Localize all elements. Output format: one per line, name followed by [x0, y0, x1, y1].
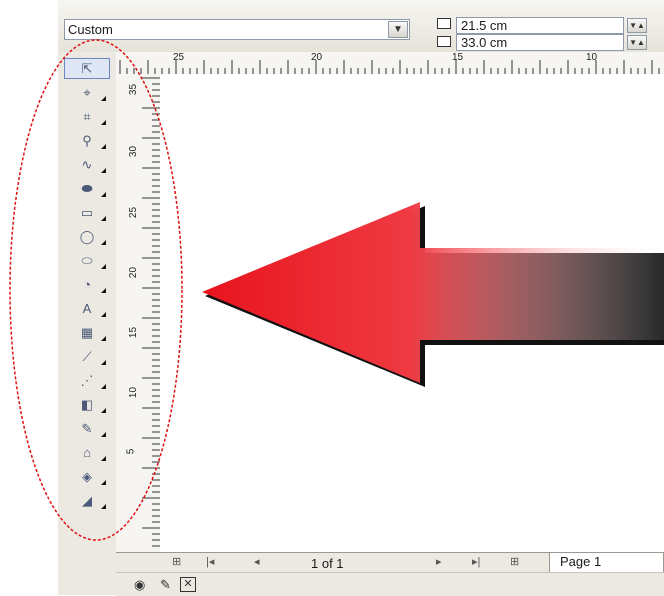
flyout-indicator-icon [101, 456, 106, 461]
basic-shapes-icon: ◔ [83, 277, 91, 292]
flyout-indicator-icon [101, 144, 106, 149]
fill-tool[interactable]: ◈ [64, 466, 110, 487]
previous-page-icon[interactable]: ◂ [254, 555, 260, 568]
text-icon: A [82, 301, 92, 316]
page-height-spinner[interactable]: ▼▲ [627, 35, 647, 50]
page-navigator: ⊞ |◂ ◂ 1 of 1 ▸ ▸| ⊞ Page 1 [116, 552, 664, 573]
next-page-icon[interactable]: ▸ [436, 555, 442, 568]
navigator-icon[interactable]: ◉ [134, 577, 145, 593]
eyedropper-tool[interactable]: ✎ [64, 418, 110, 439]
ruler-label: 25 [128, 206, 140, 219]
ruler-label: 35 [128, 83, 140, 96]
no-fill-icon[interactable]: ✕ [180, 577, 196, 592]
ruler-label: 30 [128, 145, 140, 158]
ruler-label: 15 [128, 326, 140, 339]
add-page-after-icon[interactable]: ⊞ [510, 555, 519, 568]
page-height-field[interactable]: 33.0 cm [456, 34, 624, 51]
table-icon: ▦ [80, 324, 94, 340]
shape-edit-icon: ⌖ [83, 84, 91, 100]
dimension-icon: ⟋ [82, 348, 92, 364]
freehand-icon: ∿ [81, 156, 93, 172]
pointer-icon: ⇱ [81, 60, 93, 76]
smart-fill-icon: ⬬ [81, 180, 93, 196]
polygon-tool[interactable]: ⬭ [64, 250, 110, 271]
flyout-indicator-icon [101, 168, 106, 173]
page-width-spinner[interactable]: ▼▲ [627, 18, 647, 33]
ruler-label: 10 [586, 52, 598, 63]
horizontal-ruler-ticks [119, 60, 660, 74]
flyout-indicator-icon [101, 408, 106, 413]
rectangle-icon: ▭ [80, 204, 94, 220]
flyout-indicator-icon [101, 480, 106, 485]
vertical-ruler[interactable]: 35 30 25 20 15 10 5 [116, 74, 161, 552]
blend-icon: ◧ [80, 396, 94, 412]
page-width-icon [437, 18, 451, 29]
status-bar: ◉ ✎ ✕ [116, 572, 664, 596]
ruler-label: 10 [128, 386, 140, 399]
add-page-before-icon[interactable]: ⊞ [172, 555, 181, 568]
flyout-indicator-icon [101, 264, 106, 269]
flyout-indicator-icon [101, 384, 106, 389]
interactive-fill-tool[interactable]: ◢ [64, 490, 110, 511]
crop-tool[interactable]: ⌗ [64, 106, 110, 127]
drawing-canvas[interactable] [160, 74, 664, 552]
ellipse-icon: ◯ [79, 228, 95, 244]
fill-bucket-icon: ◈ [82, 468, 92, 484]
last-page-icon[interactable]: ▸| [472, 555, 480, 568]
zoom-tool[interactable]: ⚲ [64, 130, 110, 151]
pick-tool[interactable]: ⇱ [64, 58, 110, 79]
dimension-tool[interactable]: ⟋ [64, 346, 110, 367]
flyout-indicator-icon [101, 96, 106, 101]
page-tab[interactable]: Page 1 [549, 553, 664, 573]
shape-tool[interactable]: ⌖ [64, 82, 110, 103]
ruler-label: 5 [125, 448, 137, 455]
flyout-indicator-icon [101, 432, 106, 437]
flyout-indicator-icon [101, 120, 106, 125]
blend-tool[interactable]: ◧ [64, 394, 110, 415]
first-page-icon[interactable]: |◂ [206, 555, 214, 568]
flyout-indicator-icon [101, 192, 106, 197]
magnifier-icon: ⚲ [82, 132, 92, 148]
ruler-label: 15 [452, 52, 464, 63]
chevron-down-icon[interactable]: ▼ [388, 21, 408, 38]
toolbox: ⇱ ⌖ ⌗ ⚲ ∿ ⬬ ▭ ◯ ⬭ ◔ A ▦ ⟋ ⋰ ◧ ✎ ⌂ ◈ ◢ [58, 52, 117, 572]
page-count: 1 of 1 [311, 556, 344, 571]
rectangle-tool[interactable]: ▭ [64, 202, 110, 223]
eyedropper-icon[interactable]: ✎ [160, 577, 171, 593]
page-width-field[interactable]: 21.5 cm [456, 17, 624, 34]
text-tool[interactable]: A [64, 298, 110, 319]
connector-icon: ⋰ [80, 372, 94, 388]
smart-fill-tool[interactable]: ⬬ [64, 178, 110, 199]
ellipse-tool[interactable]: ◯ [64, 226, 110, 247]
flyout-indicator-icon [101, 240, 106, 245]
flyout-indicator-icon [101, 336, 106, 341]
eyedropper-icon: ✎ [81, 420, 93, 436]
page-height-icon [437, 36, 451, 47]
flyout-indicator-icon [101, 216, 106, 221]
connector-tool[interactable]: ⋰ [64, 370, 110, 391]
ruler-label: 20 [311, 52, 323, 63]
flyout-indicator-icon [101, 288, 106, 293]
flyout-indicator-icon [101, 312, 106, 317]
page-preset-dropdown[interactable]: Custom ▼ [64, 19, 410, 40]
table-tool[interactable]: ▦ [64, 322, 110, 343]
flyout-indicator-icon [101, 360, 106, 365]
freehand-tool[interactable]: ∿ [64, 154, 110, 175]
crop-icon: ⌗ [83, 108, 91, 124]
ruler-label: 25 [173, 52, 185, 63]
flyout-indicator-icon [101, 504, 106, 509]
interactive-fill-icon: ◢ [82, 492, 92, 508]
page-preset-value: Custom [68, 22, 113, 37]
outline-tool[interactable]: ⌂ [64, 442, 110, 463]
polygon-icon: ⬭ [81, 252, 93, 268]
ruler-label: 20 [128, 266, 140, 279]
outline-pen-icon: ⌂ [83, 445, 91, 460]
basic-shapes-tool[interactable]: ◔ [64, 274, 110, 295]
horizontal-ruler[interactable]: 25 20 15 10 [116, 52, 664, 75]
